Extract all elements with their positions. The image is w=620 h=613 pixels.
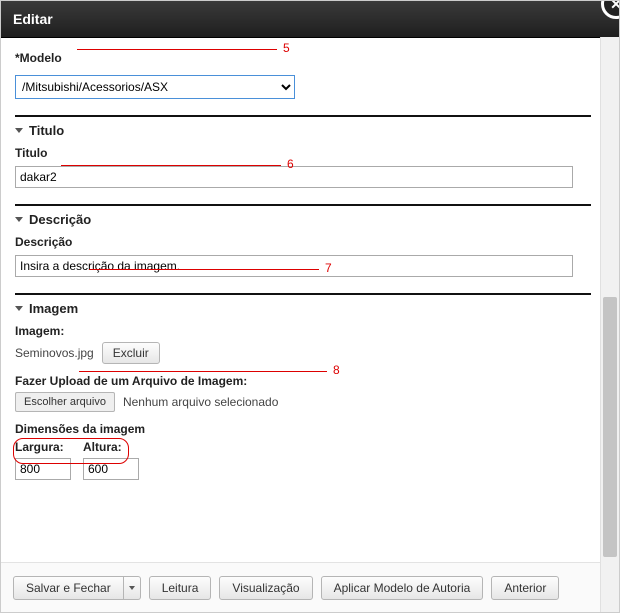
height-column: Altura: <box>83 440 139 480</box>
dialog-window: ✕ Editar *Modelo /Mitsubishi/Acessorios/… <box>0 0 620 613</box>
chevron-down-icon <box>129 586 135 590</box>
modelo-label: *Modelo <box>15 51 591 65</box>
file-upload-row: Escolher arquivo Nenhum arquivo selecion… <box>15 392 591 412</box>
leitura-button[interactable]: Leitura <box>149 576 212 600</box>
dimensions-label: Dimensões da imagem <box>15 422 591 436</box>
section-descricao-header[interactable]: Descrição <box>15 212 591 227</box>
width-input[interactable] <box>15 458 71 480</box>
width-label: Largura: <box>15 440 71 454</box>
chevron-down-icon <box>15 306 23 311</box>
vertical-scrollbar[interactable] <box>600 37 619 612</box>
width-column: Largura: <box>15 440 71 480</box>
titulo-input[interactable] <box>15 166 573 188</box>
anterior-button[interactable]: Anterior <box>491 576 559 600</box>
choose-file-button[interactable]: Escolher arquivo <box>15 392 115 412</box>
imagem-field-label: Imagem: <box>15 324 591 338</box>
upload-label: Fazer Upload de um Arquivo de Imagem: <box>15 374 591 388</box>
save-close-button[interactable]: Salvar e Fechar <box>13 576 124 600</box>
annotation-line <box>79 371 327 372</box>
excluir-button[interactable]: Excluir <box>102 342 160 364</box>
visualizacao-button[interactable]: Visualização <box>219 576 312 600</box>
titlebar: Editar <box>1 1 619 38</box>
titulo-field-label: Titulo <box>15 146 591 160</box>
no-file-text: Nenhum arquivo selecionado <box>123 395 278 409</box>
current-image-row: Seminovos.jpg Excluir <box>15 342 591 364</box>
descricao-input[interactable] <box>15 255 573 277</box>
descricao-field-label: Descrição <box>15 235 591 249</box>
close-icon: ✕ <box>610 0 620 13</box>
section-descricao-title: Descrição <box>29 212 91 227</box>
dialog-footer: Salvar e Fechar Leitura Visualização Apl… <box>1 562 601 612</box>
divider <box>15 204 591 206</box>
save-close-dropdown-toggle[interactable] <box>124 576 141 600</box>
section-titulo-title: Titulo <box>29 123 64 138</box>
annotation-line <box>77 49 277 50</box>
height-input[interactable] <box>83 458 139 480</box>
height-label: Altura: <box>83 440 139 454</box>
scrollbar-thumb[interactable] <box>603 297 617 557</box>
dimensions-row: Largura: Altura: <box>15 440 591 480</box>
section-imagem-title: Imagem <box>29 301 78 316</box>
aplicar-modelo-button[interactable]: Aplicar Modelo de Autoria <box>321 576 484 600</box>
dialog-body: *Modelo /Mitsubishi/Acessorios/ASX 5 Tit… <box>1 37 601 562</box>
chevron-down-icon <box>15 128 23 133</box>
section-titulo-header[interactable]: Titulo <box>15 123 591 138</box>
divider <box>15 293 591 295</box>
section-imagem-header[interactable]: Imagem <box>15 301 591 316</box>
window-title: Editar <box>13 11 53 27</box>
modelo-select[interactable]: /Mitsubishi/Acessorios/ASX <box>15 75 295 99</box>
save-close-split-button: Salvar e Fechar <box>13 576 141 600</box>
current-image-filename: Seminovos.jpg <box>15 346 94 360</box>
chevron-down-icon <box>15 217 23 222</box>
divider <box>15 115 591 117</box>
